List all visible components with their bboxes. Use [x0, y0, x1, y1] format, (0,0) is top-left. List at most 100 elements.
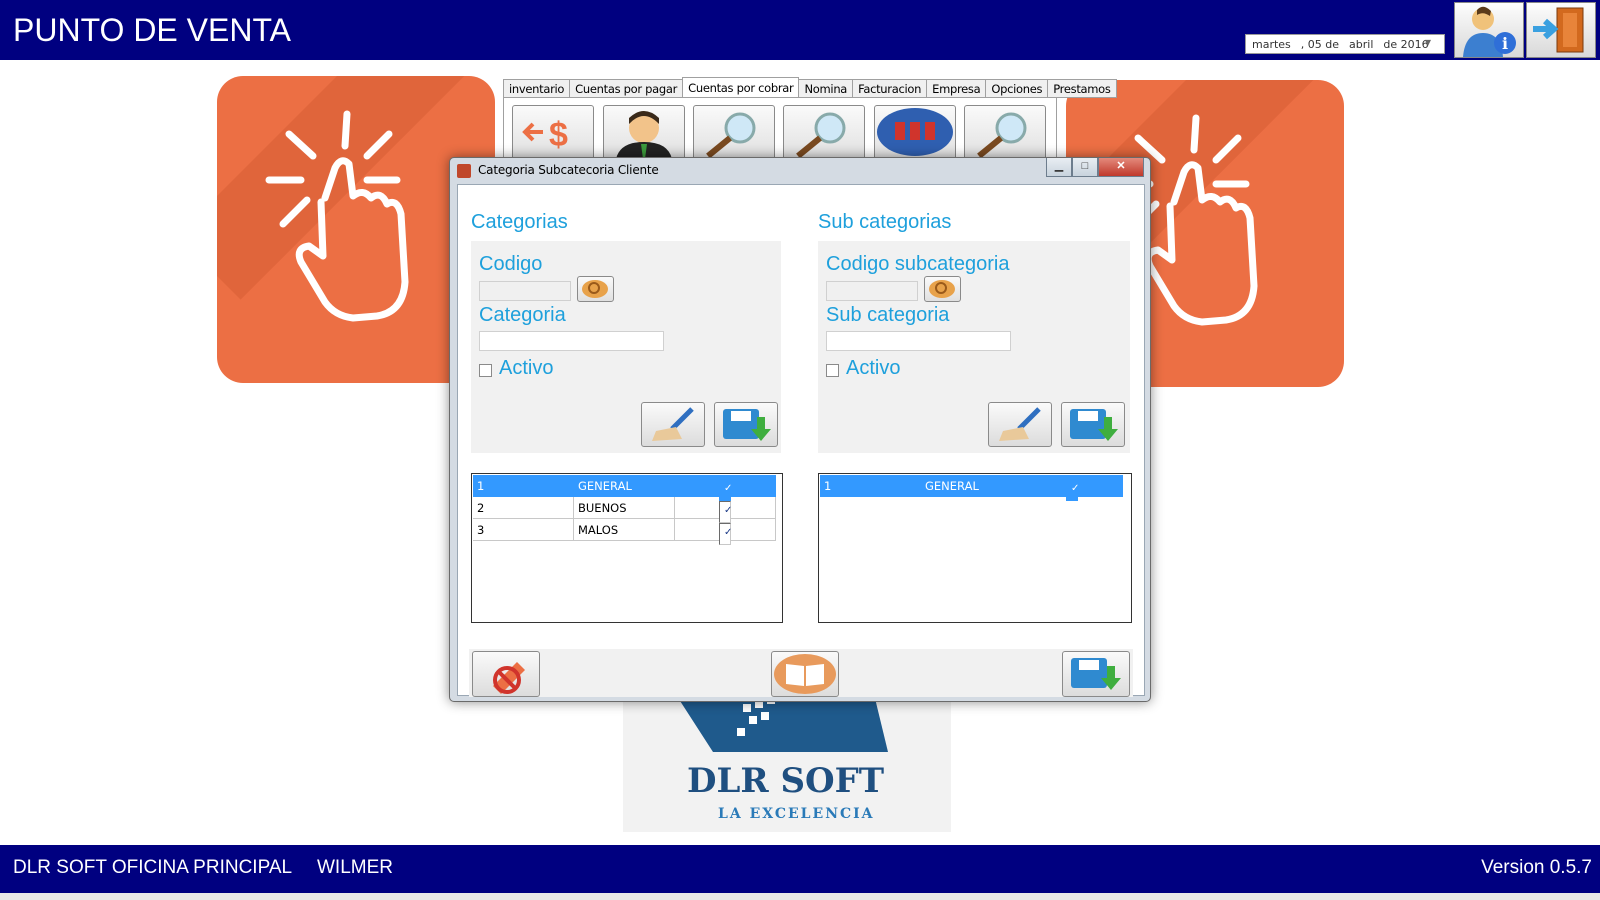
binders-icon [877, 108, 953, 156]
user-name: WILMER [317, 857, 393, 878]
subcategory-table[interactable]: 1 GENERAL ✓ [818, 473, 1132, 623]
open-book-button[interactable] [771, 651, 839, 697]
category-label: Categoria [479, 304, 566, 326]
category-table[interactable]: 1 GENERAL ✓ 2 BUENOS ✓ 3 MALOS ✓ [471, 473, 783, 623]
tab-opciones[interactable]: Opciones [985, 79, 1049, 98]
row-active-cell[interactable]: ✓ [675, 475, 776, 501]
subcategory-label: Sub categoria [826, 304, 950, 326]
row-name: GENERAL [574, 475, 675, 497]
version-label: Version 0.5.7 [1481, 857, 1592, 878]
category-input[interactable] [479, 331, 664, 351]
row-name: BUENOS [574, 497, 675, 519]
table-row[interactable]: 2 BUENOS ✓ [473, 497, 776, 523]
office-name: DLR SOFT OFICINA PRINCIPAL [13, 857, 293, 878]
search-button-1[interactable] [693, 105, 775, 160]
subcategory-code-field[interactable] [826, 281, 918, 301]
logo-name: DLR SOFT [687, 761, 884, 801]
tab-empresa[interactable]: Empresa [926, 79, 987, 98]
dialog-titlebar[interactable]: Categoria Subcatecoria Cliente [450, 158, 1150, 184]
tab-facturacion[interactable]: Facturacion [852, 79, 928, 98]
code-field[interactable] [479, 281, 571, 301]
svg-text:$: $ [549, 116, 568, 154]
date-num: , 05 de [1300, 37, 1340, 51]
search-subcode-button[interactable] [924, 276, 961, 302]
magnifier-icon [706, 112, 756, 159]
search-button-2[interactable] [783, 105, 865, 160]
date-day: martes [1252, 37, 1291, 51]
search-icon [929, 280, 955, 298]
logo-graphic: DLR SOFT LA EXCELENCIA [673, 690, 888, 822]
minimize-button[interactable]: ▁ [1046, 158, 1072, 177]
payment-button[interactable]: $ [512, 105, 594, 160]
tab-prestamos[interactable]: Prestamos [1047, 79, 1117, 98]
search-code-button[interactable] [577, 276, 614, 302]
money-arrow-icon: $ [522, 116, 568, 154]
row-active-cell[interactable]: ✓ [675, 519, 776, 545]
logo-tagline: LA EXCELENCIA [718, 806, 875, 822]
maximize-icon: □ [1081, 160, 1089, 172]
close-button[interactable]: ✕ [1098, 158, 1144, 177]
table-row[interactable]: 1 GENERAL ✓ [820, 475, 1123, 501]
sub-save-button[interactable] [1061, 402, 1125, 447]
search-button-3[interactable] [964, 105, 1046, 160]
broom-icon [652, 407, 694, 441]
clients-button[interactable] [603, 105, 685, 160]
magnifier-icon [796, 112, 846, 159]
company-logo: DLR SOFT LA EXCELENCIA [623, 690, 951, 832]
row-active-cell[interactable]: ✓ [1022, 475, 1123, 501]
categories-button[interactable] [874, 105, 956, 160]
close-icon: ✕ [1116, 160, 1126, 172]
search-icon [582, 280, 608, 298]
date-month: abril [1349, 37, 1374, 51]
app-title: PUNTO DE VENTA [13, 12, 291, 48]
code-label: Codigo [479, 253, 543, 275]
maximize-button[interactable]: □ [1072, 158, 1098, 177]
user-info-icon: i [1463, 6, 1516, 57]
save-all-button[interactable] [1062, 651, 1130, 697]
subcategory-code-label: Codigo subcategoria [826, 253, 1010, 275]
subcategories-heading: Sub categorias [818, 211, 952, 233]
category-dialog: Categoria Subcatecoria Cliente ▁ □ ✕ Cat… [449, 157, 1151, 702]
magnifier-icon [977, 112, 1027, 159]
table-row[interactable]: 3 MALOS ✓ [473, 519, 776, 545]
date-picker[interactable]: martes , 05 de abril de 2016 ▼ [1245, 34, 1445, 54]
exit-button[interactable] [1526, 2, 1596, 58]
save-disk-icon [1070, 409, 1118, 441]
row-id: 1 [473, 475, 574, 497]
svg-text:i: i [1502, 34, 1508, 53]
user-info-button[interactable]: i [1454, 2, 1524, 58]
row-name: GENERAL [921, 475, 1022, 497]
main-tab-strip: inventario Cuentas por pagar Cuentas por… [503, 77, 1117, 99]
no-edit-icon [493, 662, 525, 694]
exit-door-icon [1533, 7, 1584, 53]
save-disk-icon [723, 409, 771, 441]
save-button[interactable] [714, 402, 778, 447]
chevron-down-icon: ▼ [1424, 38, 1431, 47]
clear-button[interactable] [641, 402, 705, 447]
cancel-edit-button[interactable] [472, 651, 540, 697]
row-id: 1 [820, 475, 921, 497]
tab-nomina[interactable]: Nomina [798, 79, 854, 98]
row-active-checkbox[interactable]: ✓ [719, 523, 732, 545]
table-row[interactable]: 1 GENERAL ✓ [473, 475, 776, 501]
row-active-checkbox[interactable]: ✓ [1066, 479, 1079, 501]
status-bar: DLR SOFT OFICINA PRINCIPAL WILMER Versio… [0, 845, 1600, 893]
subcategory-input[interactable] [826, 331, 1011, 351]
app-icon [457, 164, 471, 178]
row-name: MALOS [574, 519, 675, 541]
bottom-edge [0, 893, 1600, 900]
row-active-cell[interactable]: ✓ [675, 497, 776, 523]
active-label: Activo [499, 357, 554, 379]
tab-cuentas-por-pagar[interactable]: Cuentas por pagar [569, 79, 684, 98]
subcategory-form: Codigo subcategoria Sub categoria Activo [818, 241, 1130, 453]
dialog-client-area: Categorias Codigo Categoria Activo 1 GEN… [457, 184, 1145, 697]
sub-active-checkbox[interactable] [826, 364, 839, 377]
tab-inventario[interactable]: inventario [503, 79, 571, 98]
row-id: 3 [473, 519, 574, 541]
sub-clear-button[interactable] [988, 402, 1052, 447]
minimize-icon: ▁ [1054, 160, 1064, 172]
tab-cuentas-por-cobrar[interactable]: Cuentas por cobrar [682, 77, 800, 99]
broom-icon [999, 407, 1041, 441]
active-checkbox[interactable] [479, 364, 492, 377]
top-header-bar: PUNTO DE VENTA martes , 05 de abril de 2… [0, 0, 1600, 60]
